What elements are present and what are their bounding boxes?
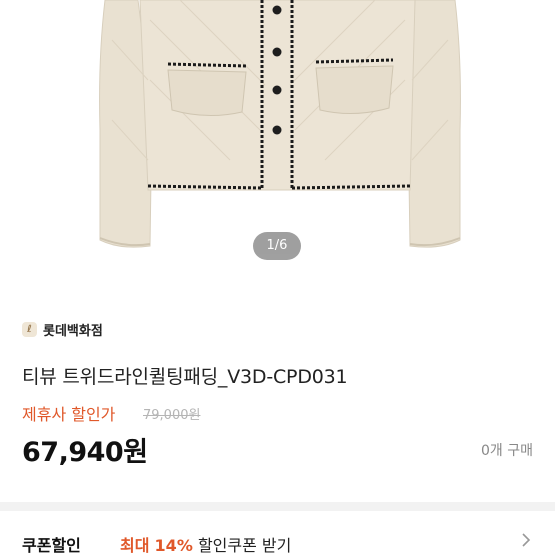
image-pager-indicator: 1/6: [253, 232, 301, 260]
coupon-max-label: 최대: [120, 536, 150, 555]
brand-name: 롯데백화점: [43, 324, 103, 339]
coupon-row[interactable]: 쿠폰할인 최대 14% 할인쿠폰 받기: [0, 511, 555, 555]
coupon-rate: 14%: [154, 536, 193, 555]
product-image-gallery[interactable]: 1/6: [0, 0, 555, 288]
coupon-description: 최대 14% 할인쿠폰 받기: [120, 532, 291, 556]
lotte-logo-icon: ℓ: [22, 322, 37, 337]
product-title: 티뷰 트위드라인퀼팅패딩_V3D-CPD031: [22, 366, 348, 388]
chevron-right-icon[interactable]: [517, 531, 535, 549]
section-divider: [0, 502, 555, 511]
sale-price: 67,940원: [22, 437, 148, 468]
coupon-action: 할인쿠폰 받기: [197, 536, 292, 555]
purchase-count: 0개 구매: [481, 443, 533, 459]
original-price: 79,000원: [143, 408, 201, 423]
brand-link[interactable]: ℓ 롯데백화점: [22, 320, 103, 339]
partner-price-label: 제휴사 할인가: [22, 405, 116, 424]
coupon-label: 쿠폰할인: [22, 536, 81, 555]
